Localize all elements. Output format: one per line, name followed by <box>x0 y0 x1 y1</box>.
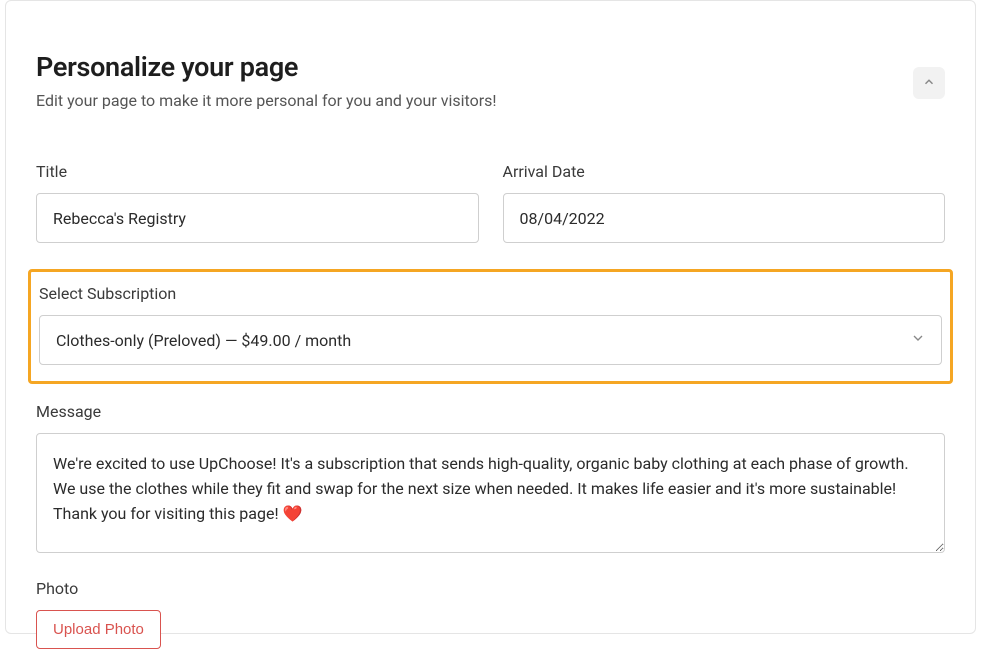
group-subscription: Select Subscription Clothes-only (Prelov… <box>39 284 942 365</box>
group-arrival-date: Arrival Date <box>503 162 946 243</box>
arrival-date-label: Arrival Date <box>503 162 946 181</box>
personalize-card: Personalize your page Edit your page to … <box>5 0 976 634</box>
message-label: Message <box>36 402 945 421</box>
title-label: Title <box>36 162 479 181</box>
arrival-date-input[interactable] <box>503 193 946 243</box>
row-title-date: Title Arrival Date <box>36 162 945 243</box>
upload-photo-button[interactable]: Upload Photo <box>36 610 161 649</box>
group-title: Title <box>36 162 479 243</box>
section-subtitle: Edit your page to make it more personal … <box>36 91 945 110</box>
subscription-label: Select Subscription <box>39 284 942 303</box>
subscription-selected-value: Clothes-only (Preloved) — $49.00 / month <box>56 331 351 350</box>
subscription-highlight: Select Subscription Clothes-only (Prelov… <box>28 269 953 384</box>
group-message: Message <box>36 402 945 553</box>
message-textarea[interactable] <box>36 433 945 553</box>
subscription-select[interactable]: Clothes-only (Preloved) — $49.00 / month <box>39 315 942 365</box>
chevron-up-icon <box>922 75 936 92</box>
title-input[interactable] <box>36 193 479 243</box>
collapse-button[interactable] <box>913 67 945 99</box>
section-title: Personalize your page <box>36 51 945 83</box>
subscription-select-wrap: Clothes-only (Preloved) — $49.00 / month <box>39 315 942 365</box>
photo-label: Photo <box>36 579 945 598</box>
